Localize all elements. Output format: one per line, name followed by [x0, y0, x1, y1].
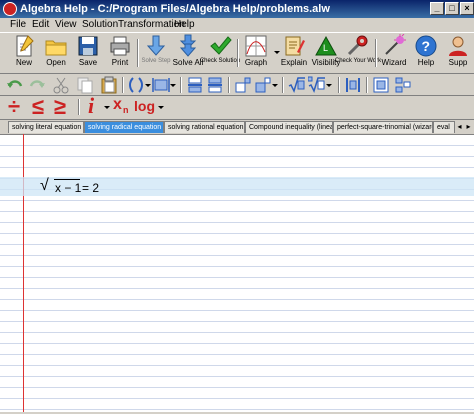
main-toolbar: New Open Save Print Solve Step Solve All… — [0, 32, 474, 74]
log-button[interactable]: log — [134, 96, 158, 114]
equation-rhs: = 2 — [82, 181, 100, 195]
subscript-button[interactable]: x n — [112, 96, 134, 116]
menu-bar: File Edit View Solution Transformation H… — [0, 18, 474, 32]
paste-icon[interactable] — [100, 76, 118, 94]
wrench-icon — [347, 35, 368, 56]
menu-edit[interactable]: Edit — [32, 19, 49, 30]
svg-text:?: ? — [422, 38, 431, 54]
tab-solving-rational-equation[interactable]: solving rational equation — [164, 121, 245, 133]
close-button[interactable]: × — [460, 2, 474, 15]
subscript-index: n — [123, 105, 129, 115]
system-of-equations-icon[interactable] — [394, 76, 412, 94]
checkmark-icon — [210, 36, 232, 55]
app-icon — [3, 2, 17, 16]
toolbar-separator — [78, 99, 80, 115]
margin-line — [23, 134, 24, 412]
radical-overline — [54, 179, 80, 180]
new-document-icon — [16, 35, 34, 57]
dropdown-arrow-icon[interactable] — [326, 76, 332, 94]
edit-toolbar — [0, 74, 474, 96]
parentheses-icon[interactable] — [127, 76, 145, 94]
power-box-icon[interactable] — [254, 76, 272, 94]
menu-view[interactable]: View — [55, 19, 77, 30]
title-bar: Algebra Help - C:/Program Files/Algebra … — [0, 0, 474, 18]
arrow-down-icon — [146, 35, 166, 56]
toolbar-separator — [338, 77, 340, 93]
window-title: Algebra Help - C:/Program Files/Algebra … — [20, 3, 330, 15]
dropdown-arrow-icon[interactable] — [145, 76, 151, 94]
toolbar-separator — [122, 77, 124, 93]
solve-all-button[interactable]: Solve All — [172, 34, 204, 72]
toolbar-separator — [366, 77, 368, 93]
maximize-button[interactable]: □ — [445, 2, 459, 15]
printer-icon — [110, 36, 130, 56]
square-root-icon[interactable] — [288, 76, 306, 94]
floppy-disk-icon — [78, 36, 98, 56]
divide-symbol-button[interactable]: ÷ — [8, 96, 26, 118]
menu-solution[interactable]: Solution — [82, 19, 118, 30]
menu-help[interactable]: Help — [174, 19, 195, 30]
radicand: x − 1 — [55, 181, 82, 195]
worksheet-area[interactable] — [0, 134, 474, 412]
toolbar-separator — [228, 77, 230, 93]
fraction-over-icon[interactable] — [186, 76, 204, 94]
nth-root-icon[interactable] — [308, 76, 326, 94]
notepad-pencil-icon — [285, 36, 305, 56]
fraction-under-icon[interactable] — [206, 76, 224, 94]
support-person-icon — [449, 36, 467, 56]
matrix-box-icon[interactable] — [372, 76, 390, 94]
question-mark-icon: ? — [415, 35, 437, 57]
math-toolbar: ÷ ≤ ≥ i x n log — [0, 95, 474, 120]
support-button[interactable]: Supp — [442, 34, 474, 72]
tab-scroll-left-icon[interactable]: ◂ — [455, 122, 464, 132]
double-arrow-down-icon — [179, 34, 197, 57]
magic-wand-icon — [385, 34, 406, 55]
toolbar-separator — [282, 77, 284, 93]
visibility-triangle-icon: L — [315, 35, 337, 56]
cut-icon[interactable] — [52, 76, 70, 94]
dropdown-arrow-icon[interactable] — [272, 76, 278, 94]
tab-perfect-square-trinomial-wizard[interactable]: perfect-square-trinomial (wizard) — [333, 121, 433, 133]
folder-icon — [45, 40, 67, 56]
absolute-value-icon[interactable] — [344, 76, 362, 94]
dropdown-arrow-icon[interactable] — [170, 76, 176, 94]
tab-solving-radical-equation[interactable]: solving radical equation — [84, 121, 164, 133]
dropdown-arrow-icon[interactable] — [104, 98, 110, 116]
tab-scroll-right-icon[interactable]: ▸ — [464, 122, 473, 132]
undo-icon[interactable] — [6, 76, 24, 94]
toolbar-separator — [180, 77, 182, 93]
greater-equal-button[interactable]: ≥ — [54, 96, 72, 118]
redo-icon[interactable] — [28, 76, 46, 94]
subscript-base: x — [113, 96, 122, 113]
tab-eval[interactable]: eval — [433, 121, 455, 133]
graph-icon — [245, 35, 267, 57]
less-equal-button[interactable]: ≤ — [32, 96, 50, 118]
tab-solving-literal-equation[interactable]: solving literal equation — [8, 121, 84, 133]
radical-sign: √ — [40, 177, 49, 194]
minimize-button[interactable]: _ — [430, 2, 444, 15]
bracket-box-icon[interactable] — [152, 76, 170, 94]
svg-text:L: L — [323, 43, 328, 53]
menu-file[interactable]: File — [10, 19, 26, 30]
dropdown-arrow-icon[interactable] — [158, 98, 164, 116]
problem-tabs: solving literal equation solving radical… — [0, 120, 474, 134]
visibility-button[interactable]: L Visibility — [310, 34, 342, 72]
copy-icon[interactable] — [76, 76, 94, 94]
tab-compound-inequality-linear[interactable]: Compound inequality (linear) — [245, 121, 333, 133]
print-button[interactable]: Print — [104, 34, 136, 72]
superscript-icon[interactable] — [234, 76, 252, 94]
